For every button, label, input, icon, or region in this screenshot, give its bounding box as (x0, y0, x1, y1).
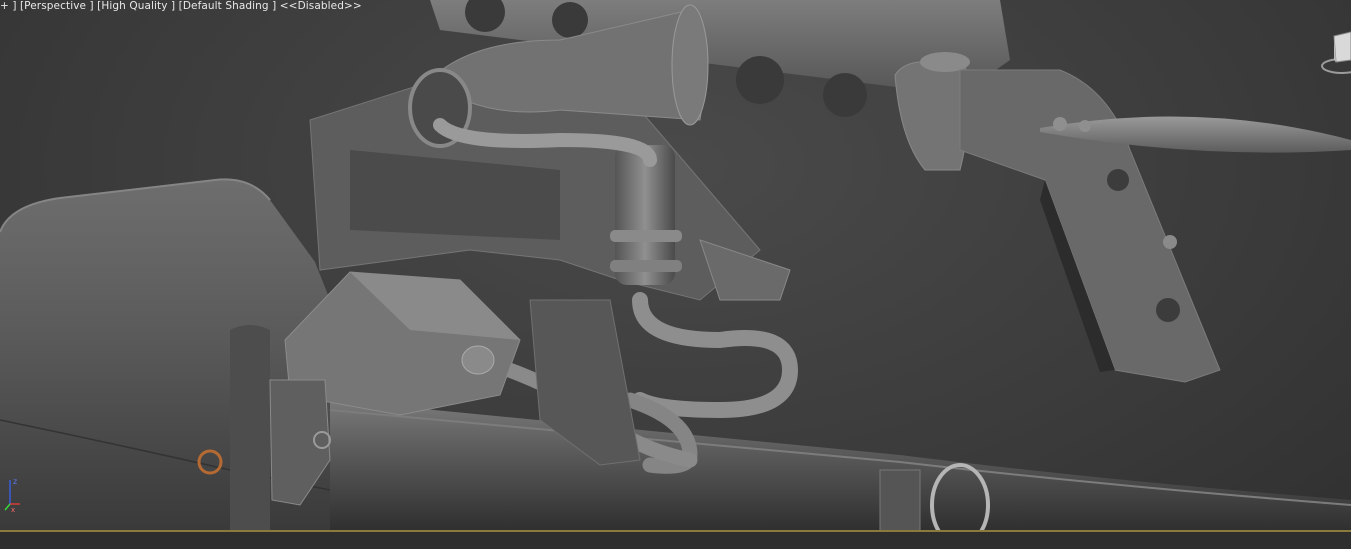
arm-hole-4 (823, 73, 867, 117)
axis-x-label: x (11, 506, 15, 514)
viewcube-icon[interactable] (1320, 28, 1351, 80)
blade-knob-2 (1079, 120, 1091, 132)
bracket-bolt (1163, 235, 1177, 249)
viewport-bottom-strip (0, 532, 1351, 549)
arm-hole-2 (552, 2, 588, 38)
lower-tube (330, 400, 1351, 531)
arm-hole-3 (736, 56, 784, 104)
viewport-quality-menu[interactable]: [High Quality ] (97, 0, 178, 12)
connector-plug (461, 345, 495, 375)
viewport-perspective[interactable]: + ] [Perspective ] [High Quality ] [Defa… (0, 0, 1351, 549)
viewport-view-menu[interactable]: [Perspective ] (20, 0, 97, 12)
viewport-shading-menu[interactable]: [Default Shading ] (179, 0, 280, 12)
viewport-label: + ] [Perspective ] [High Quality ] [Defa… (0, 0, 362, 14)
fuselage-panel (230, 325, 270, 531)
cylinder-flange (671, 4, 709, 126)
axis-tripod-icon: z x (4, 477, 20, 514)
bracket-hole-1 (1107, 169, 1129, 191)
pipe-loop-right (632, 292, 799, 419)
viewport-disabled-menu[interactable]: <<Disabled>> (280, 0, 362, 12)
bracket-hole-2 (1156, 298, 1180, 322)
hinge-pin-top (920, 52, 970, 72)
coupling-ring-1 (610, 230, 682, 242)
viewport-menu-plus[interactable]: + ] (0, 0, 20, 12)
coupling-ring-2 (610, 260, 682, 272)
blade-knob-1 (1053, 117, 1067, 131)
hinge-block (894, 61, 970, 171)
axis-z-label: z (13, 477, 17, 486)
tube-clamp (879, 469, 921, 532)
viewport-scene[interactable] (0, 0, 1351, 549)
